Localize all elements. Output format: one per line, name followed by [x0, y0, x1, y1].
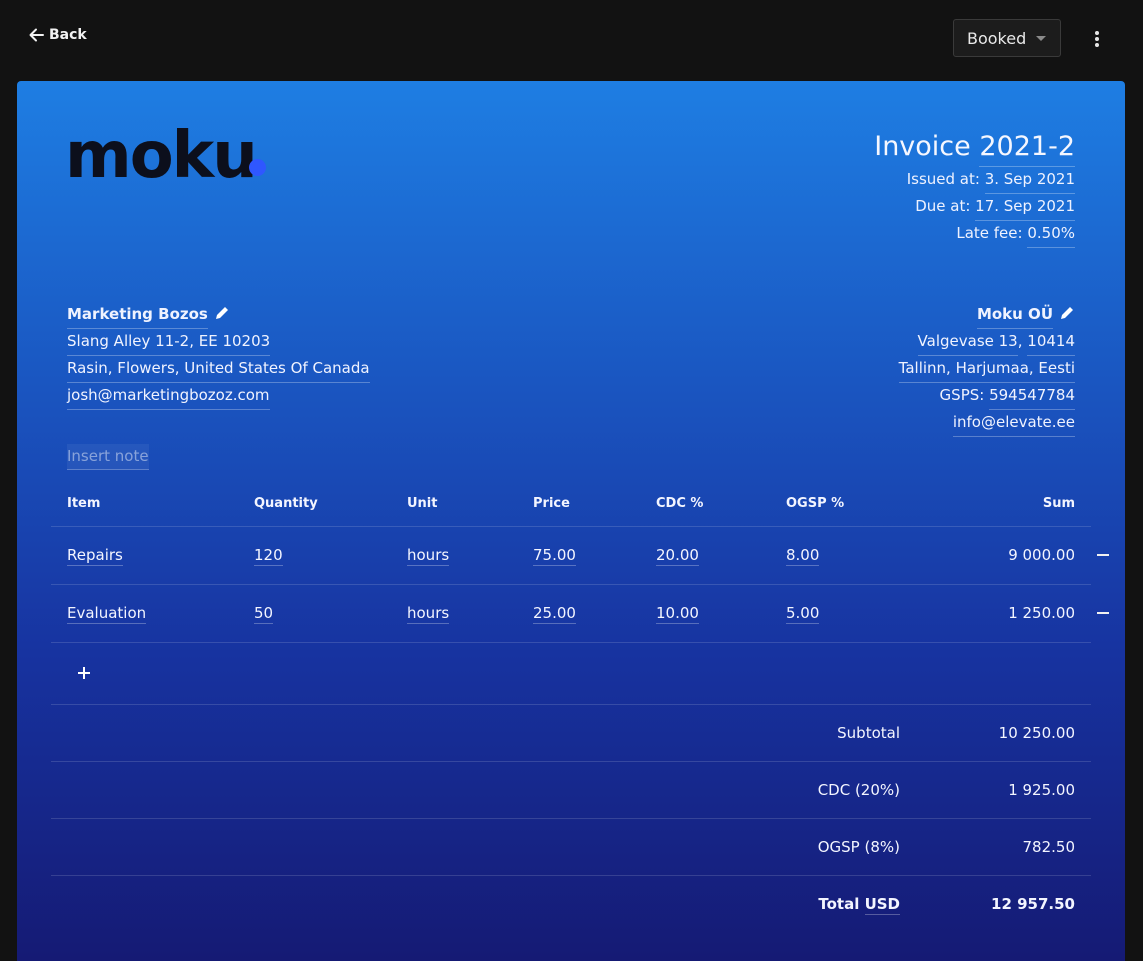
grand-total-label: Total USD [818, 895, 900, 915]
issued-date: Issued at: 3. Sep 2021 [874, 167, 1075, 194]
row-cdc[interactable]: 10.00 [656, 604, 699, 624]
invoice-header: Invoice 2021-2 Issued at: 3. Sep 2021 Du… [874, 129, 1075, 248]
cdc-total-row: CDC (20%) 1 925.00 [51, 762, 1091, 819]
ogsp-total-label: OGSP (8%) [817, 838, 900, 856]
row-item[interactable]: Repairs [67, 546, 123, 566]
row-quantity[interactable]: 120 [254, 546, 283, 566]
header-price: Price [533, 496, 570, 511]
logo-dot [249, 159, 266, 176]
ogsp-total-row: OGSP (8%) 782.50 [51, 819, 1091, 876]
total-label-text: Total [818, 895, 865, 913]
row-sum: 1 250.00 [1008, 604, 1075, 622]
invoice-number[interactable]: 2021-2 [979, 129, 1075, 167]
remove-row-minus-icon[interactable] [1097, 612, 1109, 614]
header-ogsp: OGSP % [786, 496, 845, 511]
company-street[interactable]: Valgevase 13 [917, 329, 1018, 356]
row-unit[interactable]: hours [407, 604, 450, 624]
company-details: Moku OÜ Valgevase 13, 10414 Tallinn, Har… [898, 302, 1075, 437]
remove-row-minus-icon[interactable] [1097, 554, 1109, 556]
more-options-icon[interactable] [1087, 27, 1107, 49]
gsps-value[interactable]: 594547784 [989, 383, 1075, 410]
subtotal-label: Subtotal [837, 724, 900, 742]
company-city-line[interactable]: Tallinn, Harjumaa, Eesti [898, 356, 1075, 383]
arrow-left-icon [29, 28, 44, 42]
header-sum: Sum [1042, 496, 1075, 511]
issued-label: Issued at: [906, 170, 985, 188]
header-item: Item [67, 496, 101, 511]
late-fee-label: Late fee: [956, 224, 1028, 242]
gsps-label: GSPS: [939, 386, 990, 404]
subtotal-value: 10 250.00 [998, 724, 1075, 742]
client-details: Marketing Bozos Slang Alley 11-2, EE 102… [67, 302, 370, 410]
row-ogsp[interactable]: 8.00 [786, 546, 820, 566]
back-label: Back [49, 27, 87, 43]
row-ogsp[interactable]: 5.00 [786, 604, 820, 624]
client-email[interactable]: josh@marketingbozoz.com [67, 383, 270, 410]
due-date: Due at: 17. Sep 2021 [874, 194, 1075, 221]
issued-value[interactable]: 3. Sep 2021 [984, 167, 1075, 194]
row-price[interactable]: 75.00 [533, 546, 576, 566]
client-name[interactable]: Marketing Bozos [67, 302, 208, 329]
client-address-line2[interactable]: Rasin, Flowers, United States Of Canada [67, 356, 370, 383]
table-row: Evaluation 50 hours 25.00 10.00 5.00 1 2… [51, 585, 1109, 643]
edit-company-pencil-icon[interactable] [1059, 305, 1075, 321]
row-cdc[interactable]: 20.00 [656, 546, 699, 566]
table-header: Item Quantity Unit Price CDC % OGSP % Su… [51, 479, 1091, 527]
row-unit[interactable]: hours [407, 546, 450, 566]
status-value: Booked [967, 28, 1027, 48]
add-row [51, 643, 1091, 705]
client-address-line1[interactable]: Slang Alley 11-2, EE 10203 [67, 329, 271, 356]
add-row-plus-icon[interactable] [78, 667, 90, 679]
row-quantity[interactable]: 50 [254, 604, 274, 624]
due-value[interactable]: 17. Sep 2021 [975, 194, 1075, 221]
table-row: Repairs 120 hours 75.00 20.00 8.00 9 000… [51, 527, 1109, 585]
edit-client-pencil-icon[interactable] [214, 305, 230, 321]
row-item[interactable]: Evaluation [67, 604, 147, 624]
row-price[interactable]: 25.00 [533, 604, 576, 624]
row-sum: 9 000.00 [1008, 546, 1075, 564]
grand-total-value: 12 957.50 [991, 895, 1075, 913]
subtotal-row: Subtotal 10 250.00 [51, 705, 1091, 762]
company-email[interactable]: info@elevate.ee [952, 410, 1075, 437]
status-select[interactable]: Booked [953, 19, 1061, 57]
invoice-title: Invoice 2021-2 [874, 129, 1075, 167]
header-unit: Unit [407, 496, 438, 511]
caret-down-icon [1036, 36, 1046, 41]
currency-select[interactable]: USD [864, 895, 900, 915]
ogsp-total-value: 782.50 [1022, 838, 1076, 856]
due-label: Due at: [915, 197, 976, 215]
grand-total-row: Total USD 12 957.50 [51, 876, 1091, 933]
header-cdc: CDC % [656, 496, 704, 511]
late-fee-value[interactable]: 0.50% [1027, 221, 1075, 248]
company-address-separator: , [1017, 332, 1028, 350]
header-quantity: Quantity [254, 496, 318, 511]
back-button[interactable]: Back [27, 24, 87, 46]
late-fee: Late fee: 0.50% [874, 221, 1075, 248]
cdc-total-label: CDC (20%) [817, 781, 900, 799]
company-name[interactable]: Moku OÜ [976, 302, 1053, 329]
company-postal[interactable]: 10414 [1027, 329, 1075, 356]
invoice-title-prefix: Invoice [874, 131, 980, 162]
invoice-card: moku Invoice 2021-2 Issued at: 3. Sep 20… [17, 81, 1125, 961]
logo: moku [65, 119, 258, 193]
note-input[interactable]: Insert note [67, 444, 149, 470]
top-bar: Back Booked [0, 0, 1143, 81]
cdc-total-value: 1 925.00 [1008, 781, 1075, 799]
line-items-table: Item Quantity Unit Price CDC % OGSP % Su… [51, 479, 1109, 933]
